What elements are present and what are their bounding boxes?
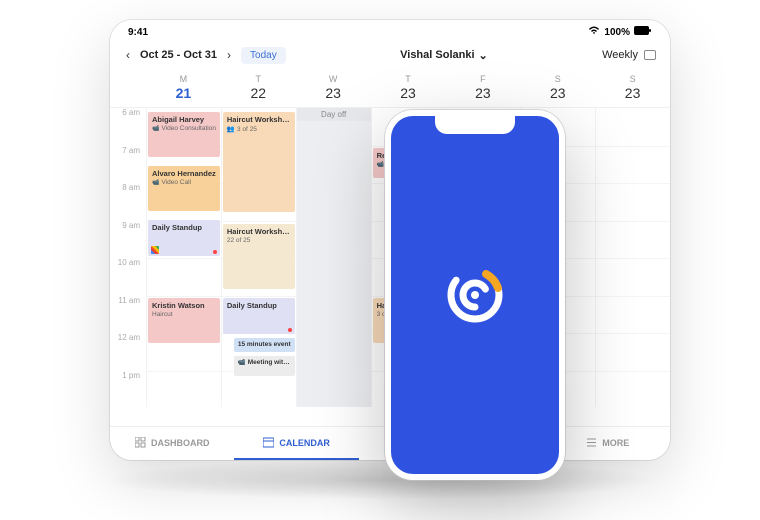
people-icon: 👥 <box>227 125 235 133</box>
calendar-topbar: ‹ Oct 25 - Oct 31 › Today Vishal Solanki… <box>110 40 670 70</box>
nav-calendar[interactable]: CALENDAR <box>234 427 358 460</box>
event[interactable]: Abigail Harvey 📹Video Consultations <box>148 112 220 157</box>
day-header[interactable]: F23 <box>445 70 520 107</box>
day-header[interactable]: S23 <box>595 70 670 107</box>
event[interactable]: Daily Standup <box>223 298 295 334</box>
view-label: Weekly <box>602 49 638 61</box>
phone-device <box>385 110 565 480</box>
phone-screen <box>391 116 559 474</box>
phone-notch <box>435 116 515 134</box>
event[interactable]: Daily Standup <box>148 220 220 256</box>
video-icon: 📹 <box>238 359 246 366</box>
day-column-tue[interactable]: Haircut Workshops 👥3 of 25 Haircut Works… <box>221 108 296 407</box>
battery-icon <box>634 26 652 38</box>
day-header[interactable]: M21 <box>146 70 221 107</box>
today-button[interactable]: Today <box>241 47 286 64</box>
day-header[interactable]: T23 <box>371 70 446 107</box>
day-off-label: Day off <box>297 108 371 121</box>
event[interactable]: 📹 Meeting with Jo… <box>234 356 295 376</box>
menu-icon <box>586 437 597 448</box>
user-selector[interactable]: Vishal Solanki ⌄ <box>400 49 488 62</box>
event[interactable]: Kristin Watson Haircut <box>148 298 220 343</box>
day-header[interactable]: S23 <box>520 70 595 107</box>
view-icon <box>644 50 656 60</box>
week-header: M21 T22 W23 T23 F23 S23 S23 <box>110 70 670 107</box>
video-icon: 📹 <box>152 125 159 132</box>
day-column-sun[interactable] <box>595 108 670 407</box>
chevron-down-icon: ⌄ <box>479 49 488 62</box>
day-header[interactable]: T22 <box>221 70 296 107</box>
video-icon: 📹 <box>152 179 159 186</box>
video-icon: 📹 <box>377 161 384 168</box>
nav-dashboard[interactable]: DASHBOARD <box>110 427 234 460</box>
time-gutter: 6 am 7 am 8 am 9 am 10 am 11 am 12 am 1 … <box>110 108 146 407</box>
day-header[interactable]: W23 <box>296 70 371 107</box>
user-name: Vishal Solanki <box>400 49 474 61</box>
prev-week-button[interactable]: ‹ <box>124 46 132 64</box>
date-range[interactable]: Oct 25 - Oct 31 <box>140 49 217 61</box>
event[interactable]: Haircut Workshops 👥3 of 25 <box>223 112 295 212</box>
event[interactable]: Haircut Workshops 22 of 25 <box>223 224 295 289</box>
event[interactable]: Alvaro Hernandez 📹Video Call <box>148 166 220 211</box>
app-logo <box>440 260 510 330</box>
day-column-mon[interactable]: Abigail Harvey 📹Video Consultations Alva… <box>146 108 221 407</box>
event[interactable]: 15 minutes event <box>234 338 295 352</box>
status-bar: 9:41 100% <box>110 20 670 40</box>
wifi-icon <box>588 26 600 38</box>
event-indicator <box>288 328 292 332</box>
event-indicator <box>213 250 217 254</box>
status-time: 9:41 <box>128 27 148 38</box>
google-icon <box>151 246 159 254</box>
battery-percent: 100% <box>604 27 630 38</box>
dashboard-icon <box>135 437 146 448</box>
view-selector[interactable]: Weekly <box>602 49 656 61</box>
next-week-button[interactable]: › <box>225 46 233 64</box>
calendar-icon <box>263 437 274 448</box>
day-column-wed[interactable]: Day off <box>296 108 371 407</box>
